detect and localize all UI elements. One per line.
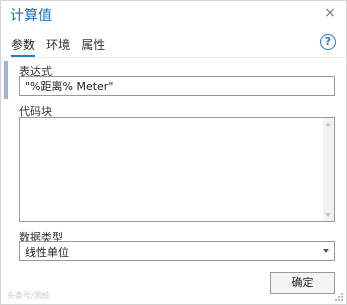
ok-button[interactable]: 确定	[270, 272, 335, 294]
resize-grip-icon[interactable]	[333, 291, 343, 301]
tab-properties[interactable]: 属性	[81, 36, 105, 55]
active-parameter-indicator	[4, 61, 8, 99]
tab-environments[interactable]: 环境	[46, 36, 70, 55]
data-type-select[interactable]: 线性单位	[19, 241, 335, 261]
tab-strip: 参数 环境 属性	[11, 34, 111, 57]
window-title: 计算值	[10, 8, 52, 24]
title-bar: 计算值 ×	[1, 1, 346, 27]
close-icon[interactable]: ×	[323, 5, 337, 21]
header-divider	[1, 57, 346, 58]
scroll-up-icon[interactable]	[325, 122, 331, 126]
tab-parameters[interactable]: 参数	[11, 36, 36, 57]
calculate-value-pane: 计算值 × 参数 环境 属性 ? 表达式 代码块 数据类型 线性单位 确定 头条…	[0, 0, 347, 305]
expression-input[interactable]	[19, 76, 335, 96]
help-icon[interactable]: ?	[320, 34, 336, 50]
data-type-selected-value: 线性单位	[25, 246, 69, 259]
scroll-down-icon[interactable]	[325, 213, 331, 217]
chevron-down-icon[interactable]	[323, 249, 329, 253]
watermark: 头条号/测绘	[7, 291, 50, 300]
code-block-scrollbar[interactable]	[323, 118, 334, 221]
code-block-textarea[interactable]	[19, 117, 335, 222]
